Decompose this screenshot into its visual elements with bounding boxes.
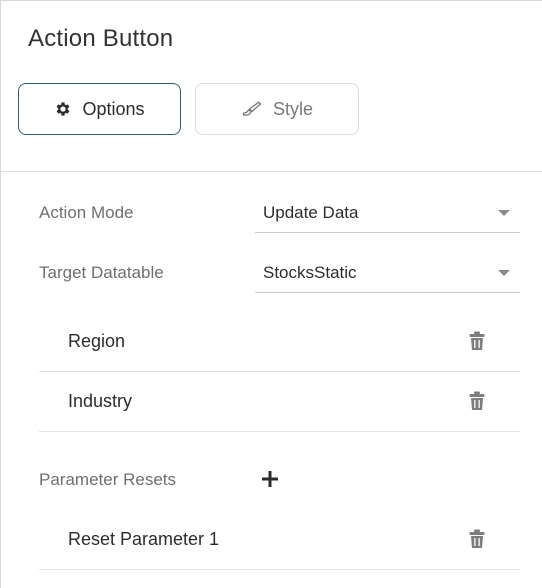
panel-title: Action Button: [28, 25, 174, 52]
brush-icon: [241, 100, 263, 118]
action-button-panel: Action Button Options Style Action Mode …: [0, 0, 542, 588]
trash-icon[interactable]: [469, 391, 485, 411]
trash-icon[interactable]: [469, 529, 485, 549]
list-item-label: Industry: [68, 391, 133, 411]
tab-options-label: Options: [82, 98, 145, 119]
chevron-down-icon: [498, 270, 510, 276]
tab-style[interactable]: Style: [195, 83, 359, 135]
header-divider: [1, 171, 542, 172]
gear-icon: [54, 100, 72, 118]
tab-style-label: Style: [272, 98, 314, 119]
trash-icon[interactable]: [469, 331, 485, 351]
target-datatable-select[interactable]: StocksStatic: [255, 253, 520, 293]
list-item-region: Region: [39, 312, 520, 372]
list-item-industry: Industry: [39, 372, 520, 432]
parameter-resets-label: Parameter Resets: [39, 470, 176, 489]
target-datatable-label: Target Datatable: [39, 263, 164, 282]
list-item-label: Reset Parameter 1: [68, 529, 220, 549]
list-item-label: Region: [68, 331, 126, 351]
action-mode-select[interactable]: Update Data: [255, 193, 520, 233]
list-item-reset-parameter: Reset Parameter 1: [39, 510, 520, 570]
tab-options[interactable]: Options: [18, 83, 181, 135]
plus-icon[interactable]: [259, 468, 281, 490]
target-datatable-value: StocksStatic: [263, 262, 357, 282]
action-mode-value: Update Data: [263, 202, 359, 222]
chevron-down-icon: [498, 210, 510, 216]
action-mode-label: Action Mode: [39, 203, 134, 222]
